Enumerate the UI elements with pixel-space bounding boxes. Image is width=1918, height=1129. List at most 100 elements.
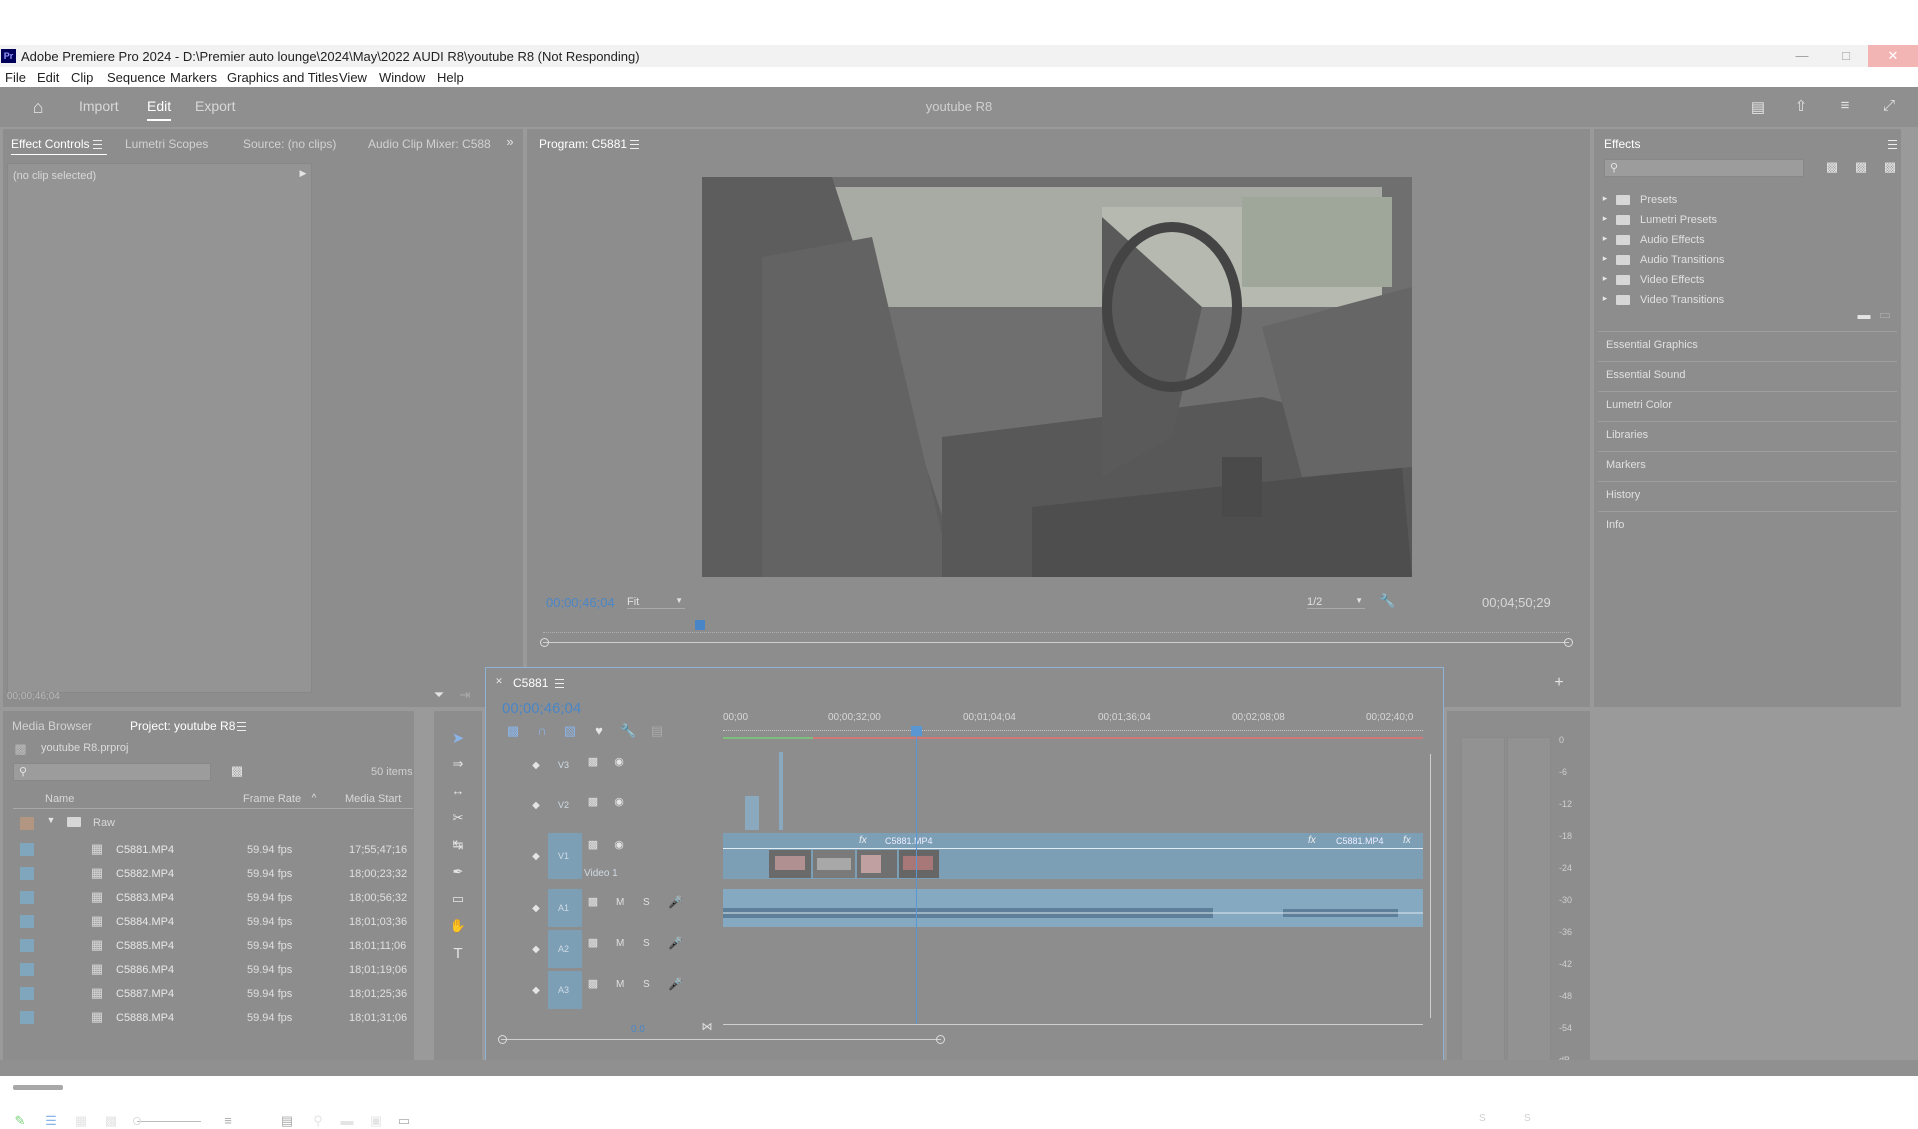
close-icon[interactable]: ✕ [1868,45,1918,67]
workspace-edit[interactable]: Edit [147,98,171,114]
filter-icon[interactable]: ⏷ [433,687,445,703]
solo-button[interactable]: S [643,938,650,949]
column-name[interactable]: Name [45,793,74,805]
effects-folder-chevron-icon[interactable]: ▸ [1600,293,1610,304]
collapsed-panel-5[interactable]: History [1606,489,1640,501]
tab-source[interactable]: Source: (no clips) [243,137,336,151]
solo-button[interactable]: S [643,979,650,990]
effects-folder-2[interactable]: Audio Effects [1640,234,1705,246]
timeline-horizontal-scrollbar[interactable] [501,1039,941,1040]
project-clip-row[interactable]: ▦ C5883.MP4 59.94 fps 18;00;56;32 [17,887,417,911]
bin-expand-chevron-icon[interactable]: ▼ [45,815,57,825]
audio-sync-lock-icon[interactable]: ▩ [586,895,600,908]
voice-over-mic-icon[interactable]: 🎤 [668,895,683,909]
tab-lumetri-scopes[interactable]: Lumetri Scopes [125,137,208,151]
toggle-track-output-eye-icon[interactable]: ◉ [612,755,626,768]
pen-tool-icon[interactable]: ✒ [449,864,467,880]
mute-button[interactable]: M [616,897,624,908]
menu-view[interactable]: View [339,70,367,85]
project-clip-row[interactable]: ▦ C5888.MP4 59.94 fps 18;01;31;06 [17,1007,417,1031]
effects-folder-chevron-icon[interactable]: ▸ [1600,233,1610,244]
project-clip-row[interactable]: ▦ C5881.MP4 59.94 fps 17;55;47;16 [17,839,417,863]
yuv-effects-icon[interactable]: ▩ [1882,159,1898,175]
program-playhead[interactable] [695,620,705,630]
toggle-track-output-eye-icon[interactable]: ◉ [612,838,626,851]
project-search-input[interactable]: ⚲ [13,763,211,781]
toggle-sync-lock-icon[interactable]: ▩ [586,755,600,768]
effect-controls-menu-icon[interactable] [93,140,102,149]
solo-button[interactable]: S [643,897,650,908]
resolution-dropdown[interactable]: 1/2 ▼ [1307,596,1365,609]
delete-effect-icon[interactable]: ▭ [1878,307,1892,323]
lock-track-icon[interactable]: ◆ [530,800,542,811]
menu-help[interactable]: Help [437,70,464,85]
column-media-start[interactable]: Media Start [345,793,401,805]
project-clip-row[interactable]: ▦ C5887.MP4 59.94 fps 18;01;25;36 [17,983,417,1007]
type-tool-icon[interactable]: T [449,945,467,962]
maximize-icon[interactable]: □ [1824,45,1868,67]
nest-toggle-icon[interactable]: ▩ [505,723,521,739]
column-frame-rate[interactable]: Frame Rate [243,793,301,805]
collapsed-panel-0[interactable]: Essential Graphics [1606,339,1698,351]
lock-track-icon[interactable]: ◆ [530,760,542,771]
collapsed-panel-3[interactable]: Libraries [1606,429,1648,441]
bin-name[interactable]: Raw [93,817,115,829]
project-clip-row[interactable]: ▦ C5884.MP4 59.94 fps 18;01;03;36 [17,911,417,935]
audio-sync-lock-icon[interactable]: ▩ [586,936,600,949]
solo-right-button[interactable]: S [1524,1113,1531,1124]
slip-tool-icon[interactable]: ↹ [449,837,467,853]
sort-ascending-icon[interactable]: ^ [308,793,320,804]
effects-folder-4[interactable]: Video Effects [1640,274,1704,286]
lock-audio-track-icon[interactable]: ◆ [530,985,542,996]
effects-menu-icon[interactable] [1888,140,1897,149]
project-clip-row[interactable]: ▦ C5886.MP4 59.94 fps 18;01;19;06 [17,959,417,983]
linked-selection-icon[interactable]: ▧ [562,723,578,739]
export-frame-icon[interactable]: ⇥ [458,687,472,703]
share-icon[interactable]: ⇧ [1792,97,1810,115]
vertical-zoom-bar[interactable] [723,1024,1423,1025]
automate-to-sequence-icon[interactable]: ▤ [280,1113,294,1129]
fullscreen-icon[interactable]: ⤢ [1880,97,1898,114]
project-horizontal-scrollbar[interactable] [13,1085,63,1090]
quick-export-icon[interactable]: ▤ [1749,98,1767,116]
menu-window[interactable]: Window [379,70,425,85]
track-target-V2[interactable]: V2 [548,790,582,828]
new-custom-bin-icon[interactable]: ▬ [1856,307,1872,322]
workspaces-menu-icon[interactable]: ≡ [1836,97,1854,114]
freeform-view-icon[interactable]: ▩ [102,1113,120,1129]
toggle-sync-lock-icon[interactable]: ▩ [586,795,600,808]
accelerated-effects-icon[interactable]: ▩ [1824,159,1840,175]
hand-tool-icon[interactable]: ✋ [449,918,467,934]
effects-folder-chevron-icon[interactable]: ▸ [1600,273,1610,284]
tab-effect-controls[interactable]: Effect Controls [11,137,89,151]
settings-wrench-icon[interactable]: 🔧 [1379,593,1395,609]
hscroll-handle-right[interactable] [936,1035,945,1044]
mix-value[interactable]: 0.0 [631,1024,645,1035]
menu-sequence[interactable]: Sequence [107,70,166,85]
lock-track-icon[interactable]: ◆ [530,851,542,862]
zoom-handle-left[interactable] [540,638,549,647]
sequence-menu-icon[interactable] [555,679,564,688]
project-clip-row[interactable]: ▦ C5885.MP4 59.94 fps 18;01;11;06 [17,935,417,959]
button-editor-add-icon[interactable]: + [1551,674,1567,692]
menu-markers[interactable]: Markers [170,70,217,85]
effects-folder-3[interactable]: Audio Transitions [1640,254,1724,266]
audio-track-target-A2[interactable]: A2 [548,930,582,968]
v1-clip-label-1[interactable]: C5881.MP4 [885,836,933,846]
new-bin-icon[interactable]: ▬ [340,1113,354,1128]
menu-clip[interactable]: Clip [71,70,93,85]
sequence-tab[interactable]: C5881 [513,676,548,690]
toggle-track-output-eye-icon[interactable]: ◉ [612,795,626,808]
v3-clip[interactable] [779,752,783,830]
collapsed-panel-1[interactable]: Essential Sound [1606,369,1686,381]
effects-folder-chevron-icon[interactable]: ▸ [1600,193,1610,204]
icon-view-icon[interactable]: ▦ [73,1113,89,1129]
v1-clip-label-2[interactable]: C5881.MP4 [1336,836,1384,846]
list-view-icon[interactable]: ☰ [43,1113,59,1129]
collapsed-panel-6[interactable]: Info [1606,519,1624,531]
snap-magnet-icon[interactable]: ∩ [534,723,550,738]
timeline-vertical-scrollbar[interactable] [1430,754,1431,1018]
track-select-tool-icon[interactable]: ⇒ [449,756,467,772]
project-menu-icon[interactable] [237,722,246,731]
mix-end-icon[interactable]: ⋈ [701,1020,713,1033]
